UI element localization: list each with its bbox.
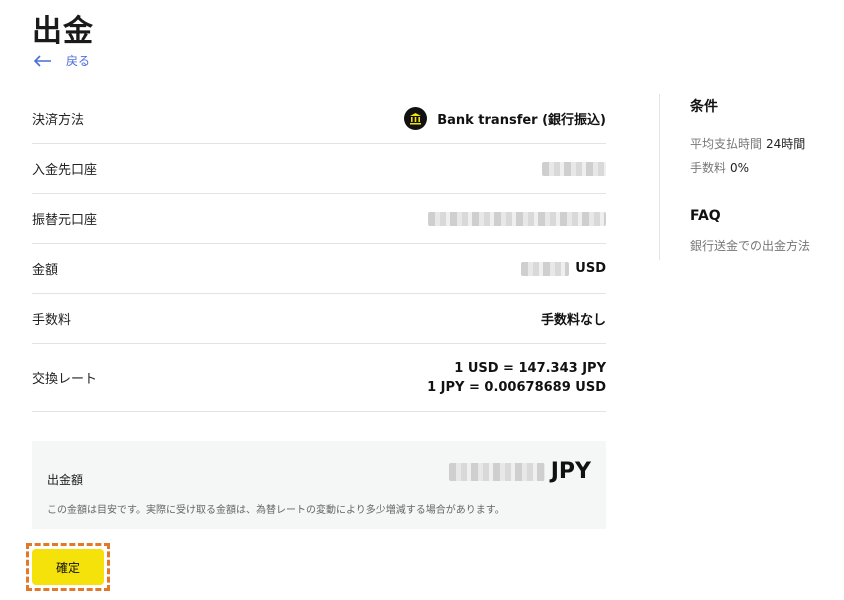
payment-method-text: Bank transfer (銀行振込) [437, 113, 606, 128]
conditions-list: 平均支払時間 24時間 手数料 0% [690, 132, 840, 180]
condition-item: 平均支払時間 24時間 [690, 132, 840, 156]
amount-row: 金額 USD [32, 244, 606, 294]
amount-currency: USD [575, 261, 606, 276]
condition-value: 24時間 [766, 137, 806, 151]
withdrawal-amount-currency: JPY [550, 459, 591, 484]
sidebar: 条件 平均支払時間 24時間 手数料 0% FAQ 銀行送金での出金方法 [690, 96, 840, 254]
condition-value: 0% [730, 161, 750, 175]
exchange-rate-value: 1 USD = 147.343 JPY 1 JPY = 0.00678689 U… [427, 359, 606, 397]
bank-icon [404, 107, 428, 130]
amount-redacted [521, 261, 570, 276]
back-link[interactable]: 戻る [34, 52, 90, 69]
withdrawal-details: 決済方法 Bank transfer (銀行振込) 入金先口座 振替元口座 金額 [32, 94, 606, 412]
exchange-rate-line-2: 1 JPY = 0.00678689 USD [427, 379, 606, 395]
withdrawal-amount-value: JPY [448, 459, 591, 484]
fee-row: 手数料 手数料なし [32, 294, 606, 344]
deposit-account-label: 入金先口座 [32, 163, 98, 178]
page-title: 出金 [32, 14, 94, 49]
amount-value: USD [521, 261, 606, 276]
faq-title: FAQ [690, 208, 721, 224]
arrow-left-icon [34, 54, 51, 67]
source-account-redacted [428, 211, 606, 226]
withdrawal-amount-redacted [448, 462, 545, 481]
source-account-label: 振替元口座 [32, 213, 98, 228]
condition-key: 平均支払時間 [690, 137, 763, 151]
payment-method-label: 決済方法 [32, 113, 85, 128]
condition-item: 手数料 0% [690, 156, 840, 180]
exchange-rate-line-1: 1 USD = 147.343 JPY [454, 360, 606, 376]
fee-value: 手数料なし [540, 313, 606, 328]
payment-method-row: 決済方法 Bank transfer (銀行振込) [32, 94, 606, 144]
conditions-title: 条件 [690, 99, 718, 115]
back-label: 戻る [66, 54, 91, 68]
withdrawal-amount-label: 出金額 [47, 473, 84, 487]
confirm-button-highlight: 確定 [26, 543, 110, 591]
exchange-rate-row: 交換レート 1 USD = 147.343 JPY 1 JPY = 0.0067… [32, 344, 606, 412]
deposit-account-redacted [542, 161, 606, 176]
faq-link[interactable]: 銀行送金での出金方法 [690, 237, 840, 254]
payment-method-value: Bank transfer (銀行振込) [404, 107, 606, 130]
withdrawal-amount-summary: 出金額 JPY この金額は目安です。実際に受け取る金額は、為替レートの変動により… [32, 441, 606, 529]
sidebar-divider [659, 94, 660, 260]
withdrawal-amount-note: この金額は目安です。実際に受け取る金額は、為替レートの変動により多少増減する場合… [47, 505, 505, 516]
amount-label: 金額 [32, 263, 59, 278]
fee-label: 手数料 [32, 313, 72, 328]
exchange-rate-label: 交換レート [32, 372, 98, 387]
confirm-button[interactable]: 確定 [32, 549, 104, 585]
deposit-account-row: 入金先口座 [32, 144, 606, 194]
source-account-row: 振替元口座 [32, 194, 606, 244]
condition-key: 手数料 [690, 161, 727, 175]
